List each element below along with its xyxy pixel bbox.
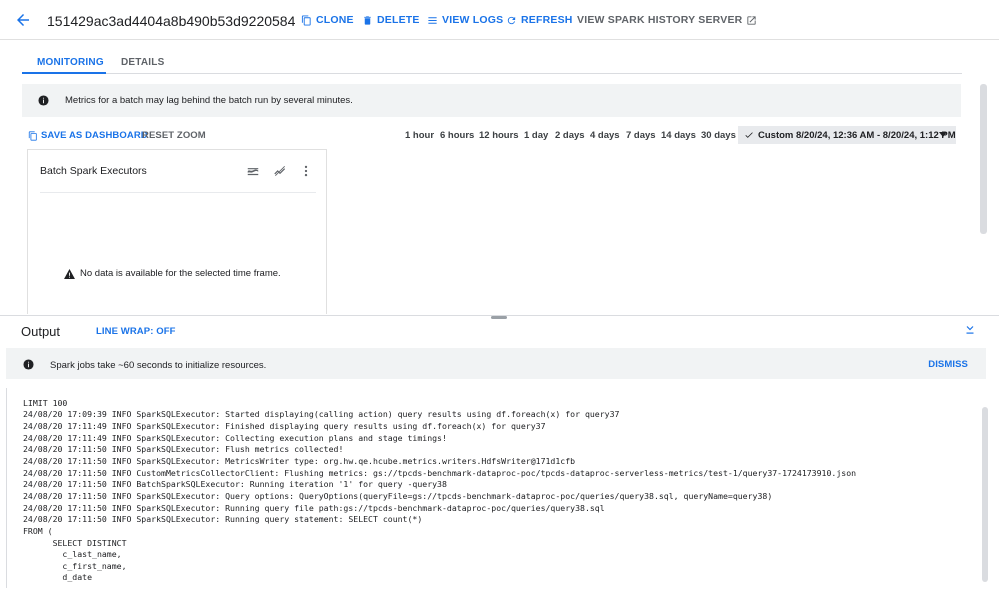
custom-range-label: Custom 8/20/24, 12:36 AM - 8/20/24, 1:12…	[758, 129, 956, 141]
spark-init-banner: Spark jobs take ~60 seconds to initializ…	[6, 348, 986, 379]
view-spark-history-server-button[interactable]: VIEW SPARK HISTORY SERVER	[577, 14, 757, 26]
back-arrow-icon[interactable]	[14, 11, 32, 29]
range-30-days[interactable]: 30 days	[701, 130, 736, 141]
clone-label: CLONE	[316, 14, 354, 26]
reset-zoom-button[interactable]: RESET ZOOM	[142, 130, 206, 141]
range-6-hours[interactable]: 6 hours	[440, 130, 474, 141]
range-4-days[interactable]: 4 days	[590, 130, 620, 141]
chart-explore-icon[interactable]	[273, 164, 287, 178]
resize-handle[interactable]	[491, 316, 507, 319]
range-1-day[interactable]: 1 day	[524, 130, 548, 141]
collapse-panel-icon[interactable]	[964, 324, 976, 336]
refresh-icon	[507, 16, 516, 24]
log-line: 24/08/20 17:11:50 INFO SparkSQLExecutor:…	[23, 514, 423, 524]
list-icon	[428, 16, 437, 24]
dismiss-button[interactable]: DISMISS	[928, 359, 968, 370]
log-line: 24/08/20 17:11:49 INFO SparkSQLExecutor:…	[23, 421, 546, 431]
tab-monitoring[interactable]: MONITORING	[37, 57, 104, 68]
legend-toggle-icon[interactable]	[246, 164, 260, 178]
range-7-days[interactable]: 7 days	[626, 130, 656, 141]
chart-title: Batch Spark Executors	[40, 165, 147, 177]
trash-icon	[364, 15, 371, 25]
monitoring-scrollbar[interactable]	[980, 84, 987, 234]
log-line: 24/08/20 17:11:49 INFO SparkSQLExecutor:…	[23, 433, 447, 443]
log-line: c_last_name,	[23, 549, 122, 559]
custom-range-select[interactable]: Custom 8/20/24, 12:36 AM - 8/20/24, 1:12…	[738, 126, 956, 144]
tab-bar: MONITORING DETAILS	[22, 52, 962, 74]
external-link-icon	[747, 15, 757, 25]
top-bar: 151429ac3ad4404a8b490b53d9220584 CLONE D…	[0, 0, 999, 40]
log-line: d_date	[23, 572, 93, 582]
batch-id-title: 151429ac3ad4404a8b490b53d9220584	[47, 13, 296, 29]
delete-label: DELETE	[377, 14, 420, 26]
log-line: c_first_name,	[23, 561, 127, 571]
range-2-days[interactable]: 2 days	[555, 130, 585, 141]
info-icon	[23, 359, 34, 370]
output-log: LIMIT 100 24/08/20 17:09:39 INFO SparkSQ…	[6, 388, 980, 588]
metrics-lag-banner: Metrics for a batch may lag behind the b…	[22, 84, 961, 117]
chart-divider	[40, 192, 316, 193]
warning-icon	[64, 268, 75, 279]
no-data-text: No data is available for the selected ti…	[80, 268, 281, 279]
log-line: 24/08/20 17:11:50 INFO SparkSQLExecutor:…	[23, 491, 773, 501]
log-line: 24/08/20 17:11:50 INFO SparkSQLExecutor:…	[23, 444, 344, 454]
history-label: VIEW SPARK HISTORY SERVER	[577, 14, 743, 26]
output-scrollbar[interactable]	[982, 407, 988, 582]
range-12-hours[interactable]: 12 hours	[479, 130, 519, 141]
dropdown-caret-icon	[939, 132, 947, 137]
log-line: 24/08/20 17:11:50 INFO BatchSparkSQLExec…	[23, 479, 447, 489]
refresh-button[interactable]: REFRESH	[506, 14, 573, 26]
active-tab-indicator	[22, 72, 106, 74]
log-line: 24/08/20 17:09:39 INFO SparkSQLExecutor:…	[23, 409, 620, 419]
check-icon	[745, 132, 753, 138]
save-as-dashboard-button[interactable]: SAVE AS DASHBOARD	[28, 130, 148, 141]
info-icon	[38, 95, 49, 106]
log-line: 24/08/20 17:11:50 INFO SparkSQLExecutor:…	[23, 503, 605, 513]
batch-spark-executors-card: Batch Spark Executors No data is availab…	[27, 149, 327, 314]
range-14-days[interactable]: 14 days	[661, 130, 696, 141]
view-logs-label: VIEW LOGS	[442, 14, 504, 26]
copy-icon	[301, 14, 311, 26]
log-line: FROM (	[23, 526, 53, 536]
spark-init-banner-text: Spark jobs take ~60 seconds to initializ…	[50, 360, 267, 371]
view-logs-button[interactable]: VIEW LOGS	[427, 14, 503, 26]
copy-icon	[28, 130, 37, 141]
refresh-label: REFRESH	[521, 14, 573, 26]
output-title: Output	[21, 324, 61, 339]
range-1-hour[interactable]: 1 hour	[405, 130, 434, 141]
log-line: 24/08/20 17:11:50 INFO CustomMetricsColl…	[23, 468, 857, 478]
tab-details[interactable]: DETAILS	[121, 57, 164, 68]
metrics-banner-text: Metrics for a batch may lag behind the b…	[65, 95, 353, 106]
delete-button[interactable]: DELETE	[362, 14, 420, 26]
no-data-message: No data is available for the selected ti…	[64, 268, 281, 279]
clone-button[interactable]: CLONE	[301, 14, 354, 26]
log-line: SELECT DISTINCT	[23, 538, 127, 548]
log-line: 24/08/20 17:11:50 INFO SparkSQLExecutor:…	[23, 456, 576, 466]
more-vert-icon[interactable]	[299, 164, 313, 178]
log-line: LIMIT 100	[23, 398, 68, 408]
line-wrap-toggle[interactable]: LINE WRAP: OFF	[96, 326, 176, 337]
save-dashboard-label: SAVE AS DASHBOARD	[41, 130, 148, 141]
